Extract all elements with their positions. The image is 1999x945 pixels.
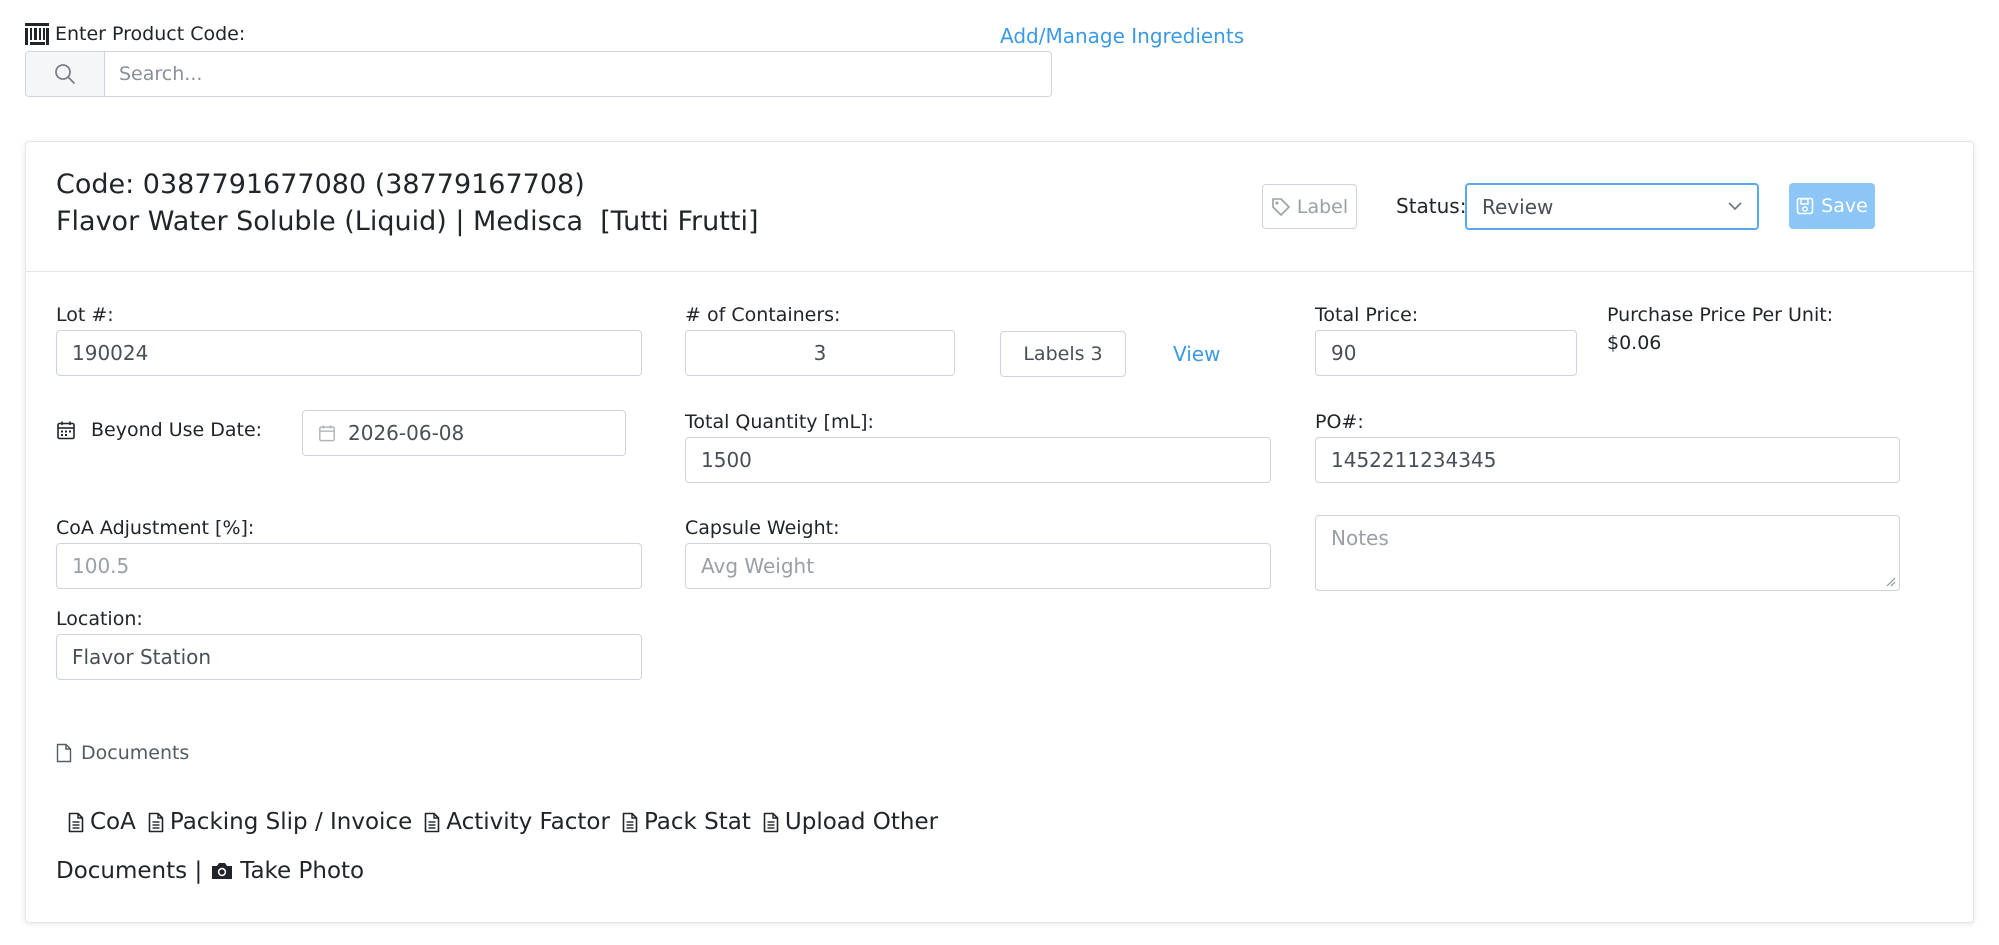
ingredient-card: Code: 0387791677080 (38779167708) Flavor…	[25, 141, 1974, 923]
capsule-weight-input[interactable]: Avg Weight	[685, 543, 1271, 589]
total-price-input[interactable]: 90	[1315, 330, 1577, 376]
doc-link-label: Packing Slip / Invoice	[169, 809, 413, 835]
location-label: Location:	[56, 608, 143, 630]
notes-placeholder: Notes	[1331, 526, 1389, 550]
labels-button[interactable]: Labels 3	[1000, 331, 1126, 377]
product-code-heading: Enter Product Code:	[25, 23, 245, 45]
file-text-icon	[148, 812, 164, 833]
doc-link-activity-factor[interactable]: Activity Factor	[424, 809, 610, 835]
view-link[interactable]: View	[1173, 342, 1220, 366]
location-input[interactable]: Flavor Station	[56, 634, 642, 680]
doc-link-upload-other[interactable]: Upload Other	[763, 809, 938, 835]
coa-adjustment-input[interactable]: 100.5	[56, 543, 642, 589]
file-text-icon	[68, 812, 84, 833]
capsule-weight-label: Capsule Weight:	[685, 517, 840, 539]
status-select[interactable]: Review	[1465, 183, 1759, 230]
floppy-disk-icon	[1796, 197, 1814, 215]
documents-header: Documents	[81, 742, 190, 764]
save-button[interactable]: Save	[1789, 183, 1875, 229]
chevron-down-icon	[1727, 200, 1743, 212]
file-icon	[56, 743, 72, 763]
documents-second-line: Documents | Take Photo	[56, 858, 376, 884]
doc-link-label: Upload Other	[784, 809, 939, 835]
po-input[interactable]: 1452211234345	[1315, 437, 1900, 483]
save-button-text: Save	[1821, 195, 1868, 217]
product-code-title: Code: 0387791677080 (38779167708)	[56, 169, 585, 200]
product-code-search	[25, 51, 1052, 97]
take-photo-button[interactable]: Take Photo	[210, 858, 364, 884]
status-value: Review	[1482, 194, 1554, 219]
doc-link-label: Pack Stat	[643, 809, 751, 835]
camera-icon	[210, 861, 234, 881]
take-photo-label: Take Photo	[240, 858, 365, 884]
containers-label: # of Containers:	[685, 304, 841, 326]
file-text-icon	[763, 812, 779, 833]
total-quantity-label: Total Quantity [mL]:	[685, 411, 874, 433]
documents-trailing-text: Documents |	[56, 858, 203, 884]
card-divider	[26, 271, 1973, 272]
purchase-price-per-unit-value: $0.06	[1607, 332, 1662, 354]
beyond-use-date-heading: Beyond Use Date:	[56, 419, 262, 441]
total-quantity-input[interactable]: 1500	[685, 437, 1271, 483]
beyond-use-date-value: 2026-06-08	[348, 421, 465, 445]
product-code-label: Enter Product Code:	[55, 23, 246, 45]
product-name-title: Flavor Water Soluble (Liquid) | Medisca …	[56, 206, 759, 237]
file-text-icon	[622, 812, 638, 833]
po-label: PO#:	[1315, 411, 1364, 433]
doc-link-label: Activity Factor	[446, 809, 610, 835]
calendar-icon	[56, 420, 76, 440]
file-text-icon	[424, 812, 440, 833]
document-links: CoA Packing Slip / Invoice Activity Fact…	[68, 809, 950, 835]
lot-label: Lot #:	[56, 304, 114, 326]
doc-link-pack-stat[interactable]: Pack Stat	[622, 809, 751, 835]
doc-link-packing-slip[interactable]: Packing Slip / Invoice	[148, 809, 412, 835]
resize-handle-icon[interactable]	[1884, 575, 1896, 587]
containers-input[interactable]: 3	[685, 330, 955, 376]
label-button-text: Label	[1296, 195, 1349, 218]
status-label: Status:	[1396, 194, 1467, 218]
label-button[interactable]: Label	[1262, 184, 1357, 229]
tag-icon	[1271, 197, 1291, 217]
search-icon	[54, 63, 76, 85]
total-price-label: Total Price:	[1315, 304, 1419, 326]
notes-textarea[interactable]: Notes	[1315, 515, 1900, 591]
doc-link-coa[interactable]: CoA	[68, 809, 136, 835]
purchase-price-per-unit-label: Purchase Price Per Unit:	[1607, 304, 1834, 326]
add-manage-ingredients-link[interactable]: Add/Manage Ingredients	[1000, 24, 1244, 48]
documents-heading: Documents	[56, 742, 189, 764]
calendar-icon	[318, 424, 336, 442]
lot-input[interactable]: 190024	[56, 330, 642, 376]
search-addon[interactable]	[26, 52, 105, 96]
barcode-icon	[25, 23, 49, 45]
doc-link-label: CoA	[90, 809, 136, 835]
beyond-use-date-input[interactable]: 2026-06-08	[302, 410, 626, 456]
coa-adjustment-label: CoA Adjustment [%]:	[56, 517, 255, 539]
labels-button-text: Labels 3	[1023, 343, 1103, 365]
search-input[interactable]	[105, 52, 1051, 96]
beyond-use-date-label: Beyond Use Date:	[91, 419, 263, 441]
